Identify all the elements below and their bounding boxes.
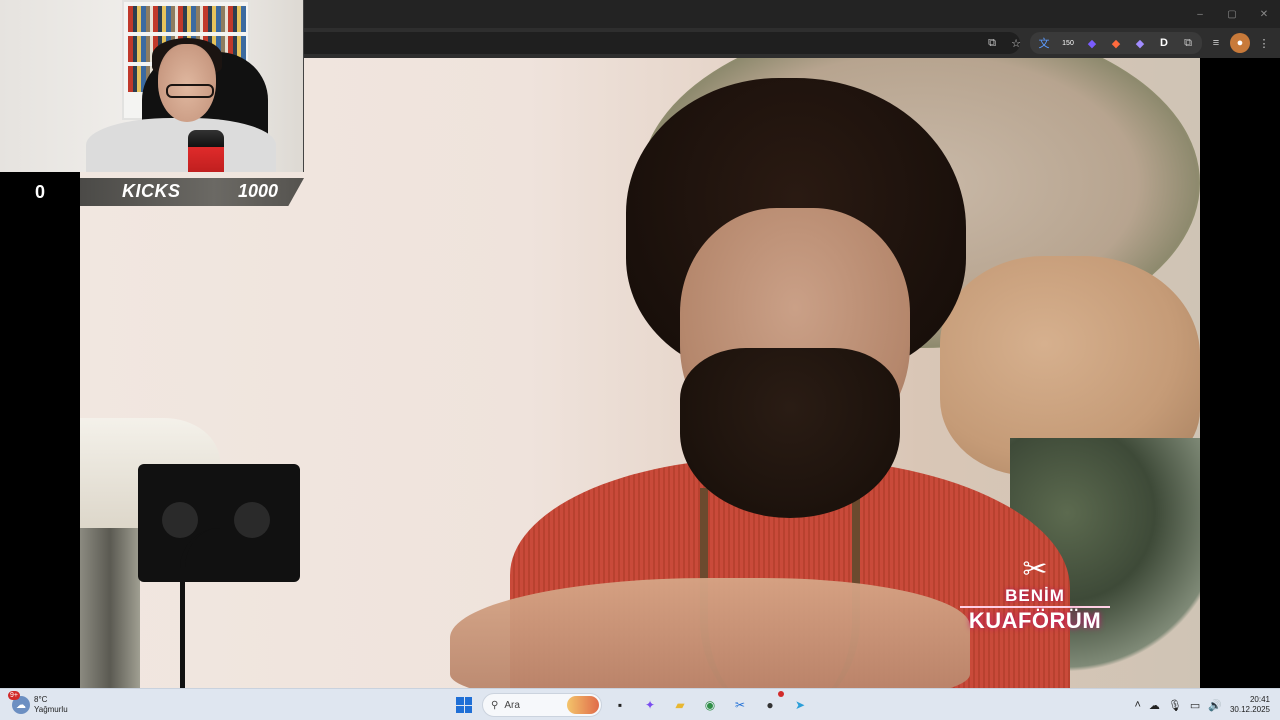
clock-time: 20:41: [1249, 695, 1270, 704]
show-logo: ✂ BENİM KUAFÖRÜM: [960, 554, 1110, 654]
app-with-badge[interactable]: ●: [758, 691, 784, 717]
d-extension-icon[interactable]: D: [1154, 33, 1174, 53]
chevron-up-icon[interactable]: ˄: [1134, 699, 1140, 711]
fox-extension-icon[interactable]: ◆: [1106, 33, 1126, 53]
maximize-button[interactable]: ▢: [1216, 0, 1248, 28]
clock[interactable]: 20:41 30.12.2025: [1230, 695, 1270, 715]
decorative-vase: [80, 528, 140, 688]
weather-condition: Yağmurlu: [34, 705, 68, 714]
kicks-goal-value: 1000: [238, 181, 279, 201]
weather-temperature: 8°C: [34, 695, 48, 704]
crossed-arms: [450, 578, 970, 688]
chrome-app[interactable]: ◉: [698, 693, 722, 717]
streamer-face: [158, 44, 216, 122]
system-tray: ˄ ☁ 🎙 ▭ 🔊 20:41 30.12.2025: [1134, 692, 1270, 718]
microphone-icon[interactable]: 🎙: [1168, 699, 1182, 712]
cloud-sync-icon[interactable]: ☁: [1149, 699, 1160, 712]
shield-extension-icon[interactable]: ◆: [1082, 33, 1102, 53]
streamer-webcam: [0, 0, 304, 172]
search-icon: ⚲: [491, 699, 499, 711]
start-button[interactable]: [452, 693, 476, 717]
microphone: [188, 130, 224, 172]
cast-icon[interactable]: ⧉: [982, 33, 1002, 53]
profile-avatar[interactable]: ●: [1230, 33, 1250, 53]
telegram-app[interactable]: ➤: [788, 693, 812, 717]
toolbar-icons: ⧉ ☆ 文 150 ◆ ◆ ◆ D ⧉ ≡ ● ⋮: [982, 32, 1274, 54]
task-view-app[interactable]: ▪: [608, 693, 632, 717]
puzzle-extension-icon[interactable]: ⧉: [1178, 33, 1198, 53]
address-bar[interactable]: [304, 32, 1020, 54]
window-controls: – ▢ ✕: [1184, 0, 1280, 28]
star-icon[interactable]: ☆: [1006, 33, 1026, 53]
rain-cloud-icon: ☁ 9+: [8, 691, 30, 714]
app-icon: ●: [766, 698, 774, 712]
streamer-body: [86, 118, 276, 172]
taskbar-apps: ⚲ Ara ▪ ✦ ▰ ◉ ✂ ● ➤: [452, 691, 812, 718]
translate-extension-icon[interactable]: 文: [1034, 33, 1054, 53]
clock-date: 30.12.2025: [1229, 705, 1270, 714]
windows-logo-icon: [456, 697, 472, 713]
outlet-socket: [162, 502, 198, 538]
taskbar-search[interactable]: ⚲ Ara: [482, 693, 602, 717]
extensions-group: 文 150 ◆ ◆ ◆ D ⧉: [1030, 32, 1202, 54]
cloud-extension-icon[interactable]: ◆: [1130, 33, 1150, 53]
search-highlight-icon: [567, 696, 599, 714]
kicks-label: KICKS: [122, 181, 181, 201]
taskbar: ☁ 9+ 8°C Yağmurlu ⚲ Ara ▪ ✦ ▰ ◉ ✂ ● ➤ ˄ …: [0, 688, 1280, 720]
notification-dot: [778, 691, 784, 697]
show-logo-line2: KUAFÖRÜM: [960, 606, 1110, 634]
power-cable: [180, 528, 220, 688]
menu-icon[interactable]: ⋮: [1254, 33, 1274, 53]
counter-extension-icon[interactable]: 150: [1058, 33, 1078, 53]
scissors-icon: ✂: [1022, 553, 1048, 586]
person-beard: [680, 348, 900, 518]
snipping-tool-app[interactable]: ✂: [728, 693, 752, 717]
weather-notification-badge: 9+: [8, 691, 20, 700]
close-button[interactable]: ✕: [1248, 0, 1280, 28]
weather-widget[interactable]: ☁ 9+ 8°C Yağmurlu: [8, 691, 68, 718]
display-icon[interactable]: ▭: [1190, 699, 1200, 712]
file-explorer-app[interactable]: ▰: [668, 693, 692, 717]
show-logo-line1: BENİM: [1005, 586, 1065, 605]
glasses: [166, 84, 214, 98]
minimize-button[interactable]: –: [1184, 0, 1216, 28]
copilot-app[interactable]: ✦: [638, 693, 662, 717]
volume-icon[interactable]: 🔊: [1208, 699, 1222, 712]
search-placeholder: Ara: [504, 699, 520, 711]
outlet-socket: [234, 502, 270, 538]
media-icon[interactable]: ≡: [1206, 33, 1226, 53]
desktop-screen: – ▢ ✕ ⧉ ☆ 文 150 ◆ ◆ ◆ D ⧉ ≡ ● ⋮ ✂ BENİM …: [0, 0, 1280, 720]
weather-text: 8°C Yağmurlu: [34, 695, 68, 715]
book-row: [128, 6, 246, 32]
kicks-count: 0: [0, 176, 80, 208]
kicks-goal-bar: 0 KICKS 1000: [0, 176, 304, 208]
